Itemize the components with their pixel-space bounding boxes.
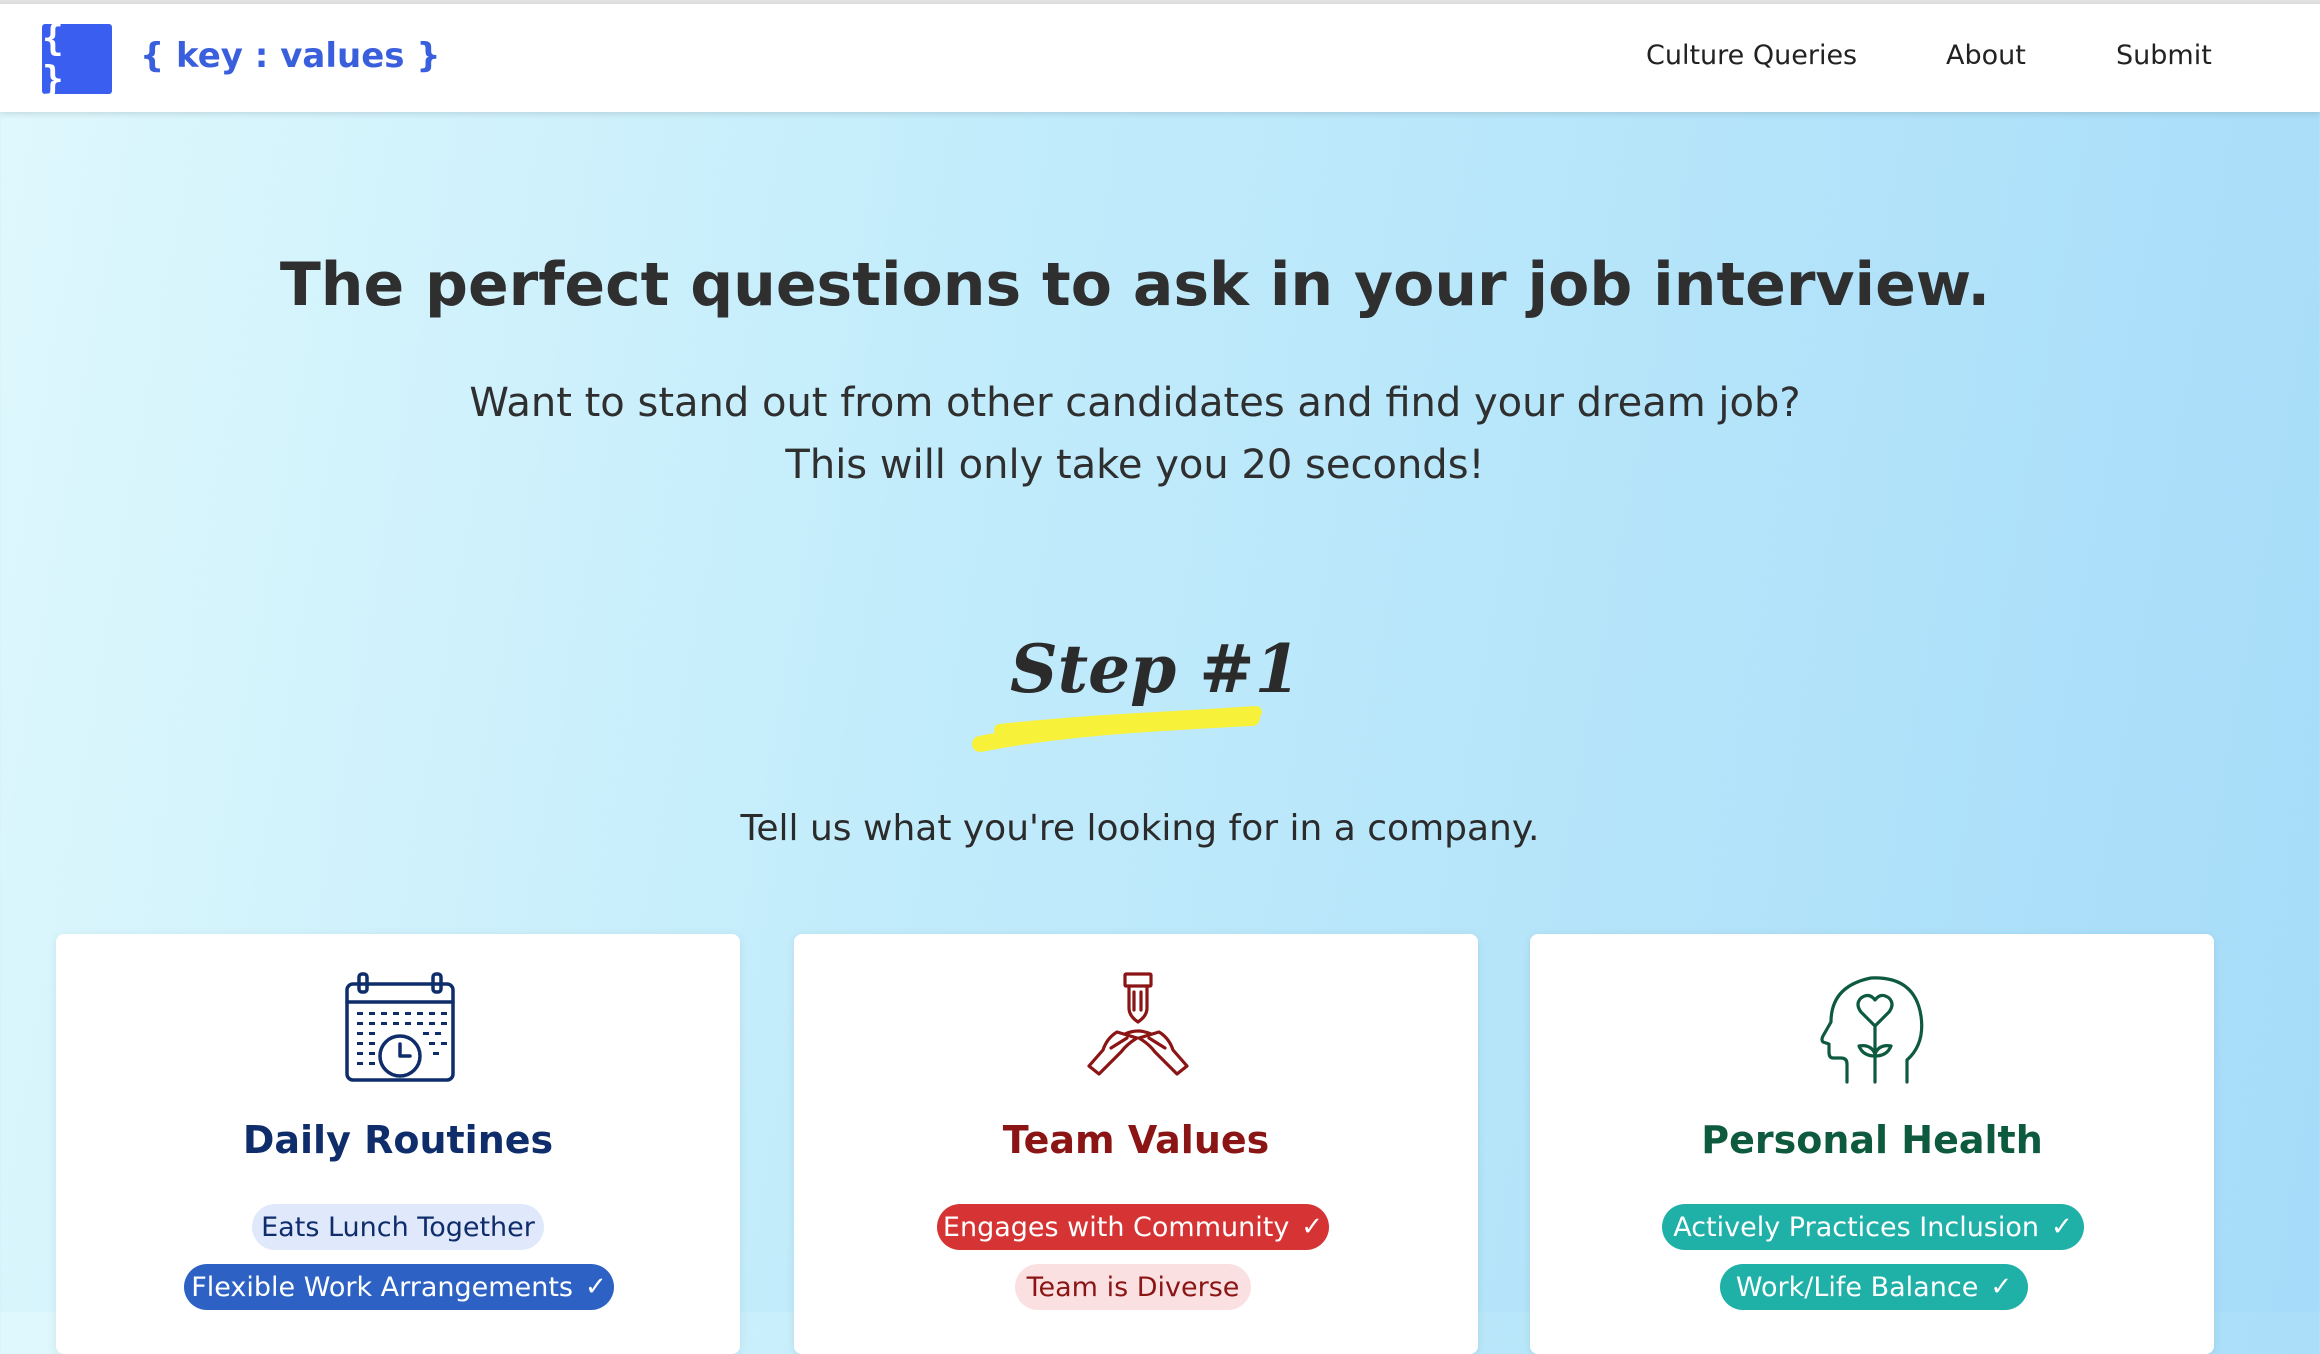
card-title: Personal Health	[1701, 1118, 2043, 1162]
check-icon: ✓	[1301, 1212, 1324, 1242]
card-daily-routines: Daily Routines Eats Lunch Together Flexi…	[56, 934, 740, 1354]
mind-heart-icon	[1820, 976, 1924, 1084]
navbar: { } { key : values } Culture Queries Abo…	[0, 4, 2320, 112]
team-hands-icon	[1087, 972, 1189, 1076]
chip-label: Team is Diverse	[1026, 1271, 1240, 1303]
chip-eats-lunch-together[interactable]: Eats Lunch Together	[252, 1204, 544, 1250]
chip-label: Work/Life Balance	[1735, 1271, 1979, 1303]
card-team-values: Team Values Engages with Community ✓ Tea…	[794, 934, 1478, 1354]
calendar-clock-icon	[345, 972, 455, 1082]
chip-label: Actively Practices Inclusion	[1673, 1211, 2040, 1243]
chip-label: Flexible Work Arrangements	[191, 1271, 573, 1303]
nav-link-submit[interactable]: Submit	[2116, 40, 2212, 71]
step-heading: Step #1	[970, 620, 1301, 760]
chip-work-life-balance[interactable]: Work/Life Balance ✓	[1720, 1264, 2028, 1310]
step-label: Step #1	[1010, 630, 1301, 708]
logo-icon[interactable]: { }	[42, 18, 112, 100]
step-prompt: Tell us what you're looking for in a com…	[740, 808, 1540, 849]
card-personal-health: Personal Health Actively Practices Inclu…	[1530, 934, 2214, 1354]
nav-link-culture-queries[interactable]: Culture Queries	[1646, 40, 1857, 71]
chip-flexible-work-arrangements[interactable]: Flexible Work Arrangements ✓	[184, 1264, 614, 1310]
chip-engages-with-community[interactable]: Engages with Community ✓	[937, 1204, 1329, 1250]
check-icon: ✓	[584, 1272, 607, 1302]
check-icon: ✓	[1990, 1272, 2013, 1302]
hero-subline-2: This will only take you 20 seconds!	[785, 442, 1485, 488]
nav-link-about[interactable]: About	[1946, 40, 2026, 71]
chip-team-is-diverse[interactable]: Team is Diverse	[1015, 1264, 1251, 1310]
hero-subline-1: Want to stand out from other candidates …	[469, 380, 1801, 426]
check-icon: ✓	[2051, 1212, 2073, 1242]
page-headline: The perfect questions to ask in your job…	[279, 250, 1991, 320]
card-title: Daily Routines	[242, 1118, 554, 1162]
brand-name[interactable]: { key : values }	[140, 36, 441, 76]
chip-actively-practices-inclusion[interactable]: Actively Practices Inclusion ✓	[1662, 1204, 2084, 1250]
card-title: Team Values	[1002, 1118, 1270, 1162]
chip-label: Engages with Community	[942, 1211, 1290, 1243]
chip-label: Eats Lunch Together	[261, 1211, 535, 1243]
